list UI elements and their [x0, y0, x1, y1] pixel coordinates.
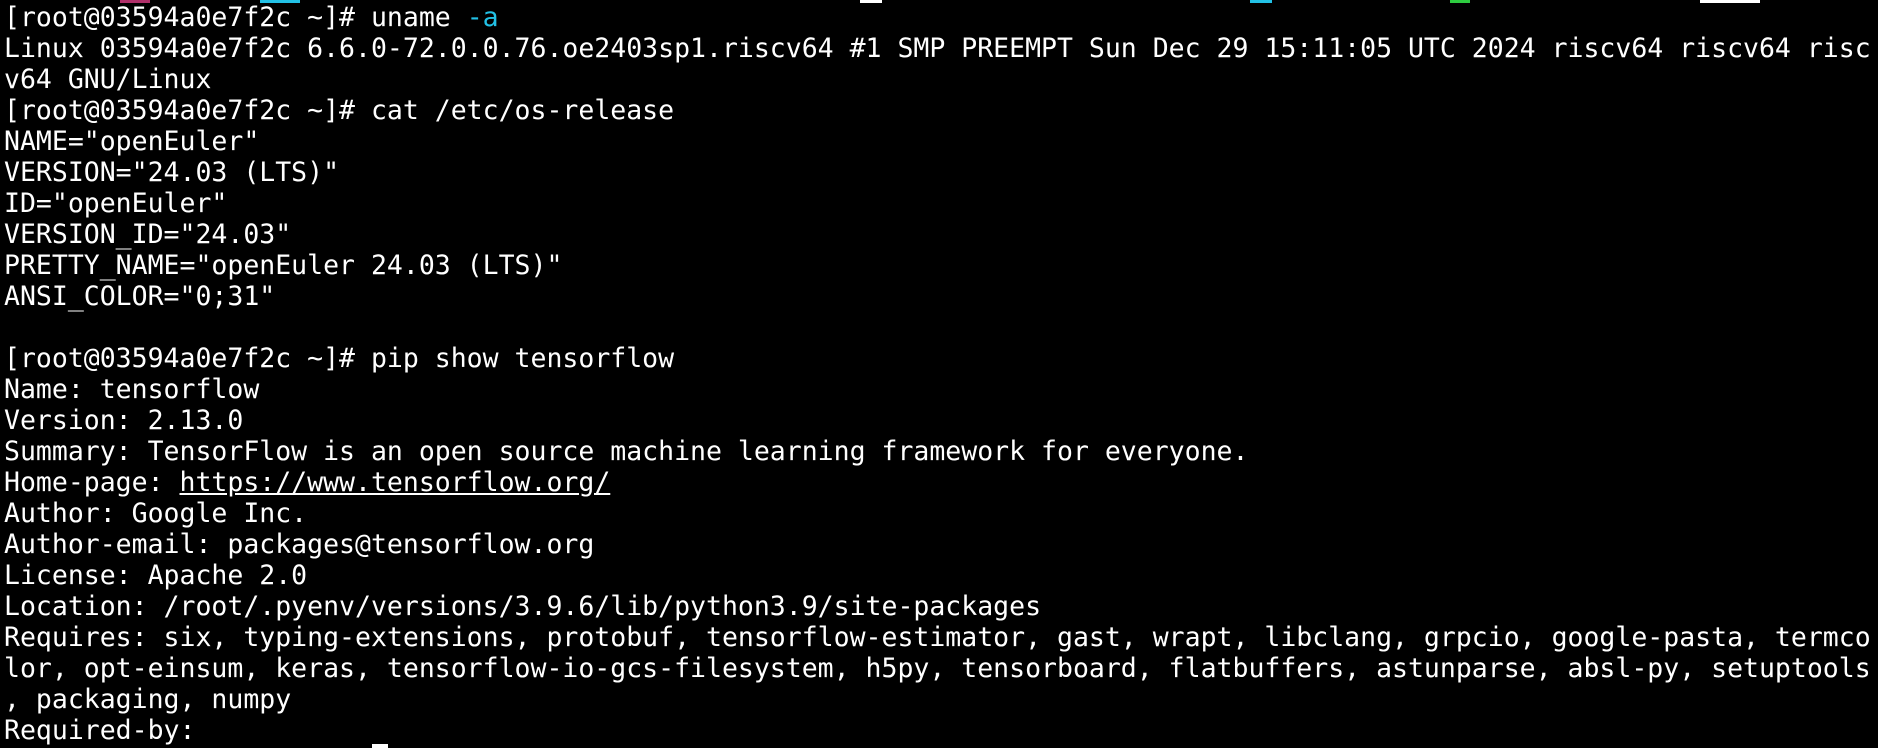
previous-output-remnant [0, 0, 1878, 3]
pip-homepage: Home-page: https://www.tensorflow.org/ [4, 467, 1878, 498]
pip-requires: Requires: six, typing-extensions, protob… [4, 622, 1871, 653]
output-line: NAME="openEuler" [4, 126, 260, 157]
pip-name: Name: tensorflow [4, 374, 260, 405]
pip-version: Version: 2.13.0 [4, 405, 244, 436]
command-line-pip-show: [root@03594a0e7f2c ~]# pip show tensorfl… [4, 343, 1878, 374]
output-line: VERSION_ID="24.03" [4, 219, 292, 250]
pip-author: Author: Google Inc. [4, 498, 308, 529]
shell-prompt: [root@03594a0e7f2c ~]# [4, 2, 371, 33]
command-line-os-release: [root@03594a0e7f2c ~]# cat /etc/os-relea… [4, 95, 1878, 126]
shell-prompt: [root@03594a0e7f2c ~]# [4, 95, 371, 126]
command-line-uname: [root@03594a0e7f2c ~]# uname -a [4, 2, 1878, 33]
output-line: ANSI_COLOR="0;31" [4, 281, 276, 312]
output-line: Linux 03594a0e7f2c 6.6.0-72.0.0.76.oe240… [4, 33, 1871, 64]
homepage-link[interactable]: https://www.tensorflow.org/ [180, 467, 611, 498]
command-flag: -a [466, 2, 499, 33]
homepage-label: Home-page: [4, 467, 180, 498]
pip-requires: , packaging, numpy [4, 684, 292, 715]
output-line: VERSION="24.03 (LTS)" [4, 157, 340, 188]
command-text: uname [370, 2, 451, 33]
terminal-window[interactable]: [root@03594a0e7f2c ~]# uname -a Linux 03… [0, 0, 1878, 748]
pip-license: License: Apache 2.0 [4, 560, 308, 591]
pip-author-email: Author-email: packages@tensorflow.org [4, 529, 595, 560]
pip-location: Location: /root/.pyenv/versions/3.9.6/li… [4, 591, 1042, 622]
output-line: PRETTY_NAME="openEuler 24.03 (LTS)" [4, 250, 563, 281]
output-line: v64 GNU/Linux [4, 64, 212, 95]
command-text: cat /etc/os-release [370, 95, 675, 126]
output-line: ID="openEuler" [4, 188, 228, 219]
text-cursor [372, 744, 388, 748]
pip-required-by: Required-by: [4, 715, 196, 746]
pip-requires: lor, opt-einsum, keras, tensorflow-io-gc… [4, 653, 1871, 684]
pip-summary: Summary: TensorFlow is an open source ma… [4, 436, 1249, 467]
command-text: pip show tensorflow [370, 343, 675, 374]
shell-prompt: [root@03594a0e7f2c ~]# [4, 343, 371, 374]
